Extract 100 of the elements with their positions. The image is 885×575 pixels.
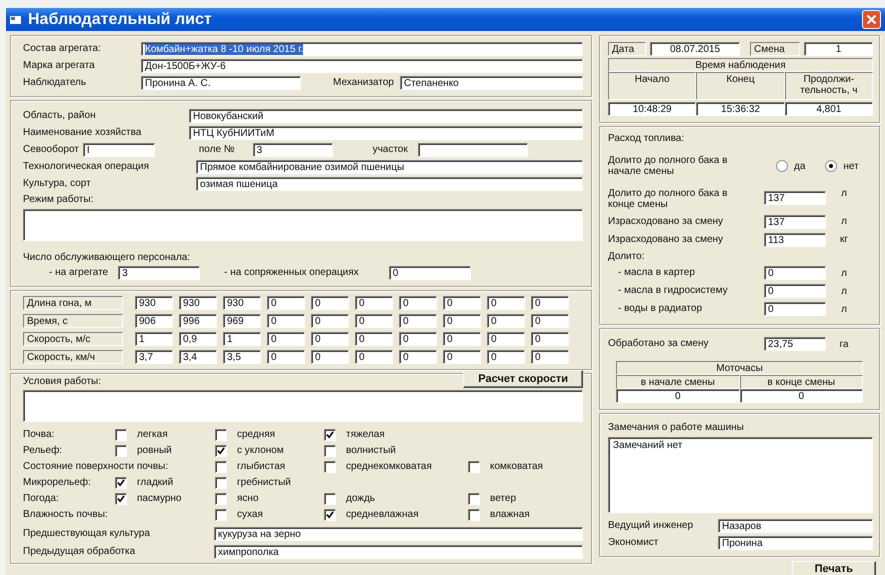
input-field[interactable]: 0 [487,296,525,310]
input-field[interactable]: 4,801 [784,102,873,116]
input-field[interactable]: 23,75 [764,337,826,351]
input-field[interactable]: 0 [399,332,437,346]
input-field[interactable]: 0 [764,266,826,280]
checkbox[interactable] [324,460,336,472]
input-field[interactable]: 0 [267,296,305,310]
input-field[interactable]: 3,7 [135,350,173,364]
input-field[interactable]: 0 [355,350,393,364]
input-field[interactable]: 0 [443,332,481,346]
input-field[interactable]: 3 [252,143,333,157]
checkbox[interactable] [468,508,480,520]
checkbox[interactable] [324,428,336,440]
input-field[interactable]: 137 [764,214,826,228]
input-field[interactable]: 0 [355,332,393,346]
input-field[interactable]: 906 [135,314,173,328]
column-header: Продолжи-тельность, ч [784,72,873,100]
input-field[interactable]: 0 [355,314,393,328]
input-field[interactable]: 0 [267,332,305,346]
print-button[interactable]: Печать [792,560,876,575]
input-field[interactable] [418,143,528,157]
close-button[interactable] [862,10,881,29]
input-field[interactable]: 113 [764,232,826,246]
checkbox[interactable] [324,508,336,520]
input-field[interactable]: 3,4 [179,350,217,364]
input-field[interactable]: 0 [399,296,437,310]
input-field[interactable]: 0 [355,296,393,310]
input-field[interactable]: 0 [399,350,437,364]
input-field[interactable]: 0 [267,350,305,364]
checkbox[interactable] [215,444,227,456]
input-field[interactable]: 0 [764,284,826,298]
input-field[interactable]: 0 [531,314,569,328]
input-field[interactable]: 0 [740,389,863,403]
input-field[interactable]: Новокубанский [189,109,583,123]
input-field[interactable]: 930 [223,296,261,310]
input-field[interactable]: 0 [311,314,349,328]
input-field[interactable]: 0 [764,302,826,316]
input-field[interactable]: 0 [399,314,437,328]
input-field[interactable]: 0 [531,296,569,310]
input-field[interactable]: Пронина [718,536,873,550]
input-field[interactable]: 137 [764,190,826,204]
radio-button[interactable] [825,160,838,172]
checkbox[interactable] [215,492,227,504]
input-field[interactable]: кукуруза на зерно [214,526,583,540]
input-field[interactable]: 0 [443,296,481,310]
input-field[interactable]: 969 [223,314,261,328]
checkbox[interactable] [115,492,127,504]
checkbox[interactable] [324,444,336,456]
checkbox[interactable] [468,492,480,504]
input-field[interactable]: 1 [804,42,873,56]
input-field[interactable]: 0 [616,389,740,403]
input-field[interactable]: 3,5 [223,350,261,364]
input-field[interactable]: Дон-1500Б+ЖУ-6 [141,59,583,73]
text-area[interactable]: Замечаний нет [608,436,873,512]
checkbox[interactable] [324,492,336,504]
checkbox[interactable] [215,428,227,440]
input-field[interactable]: Степаненко [400,76,583,90]
input-field[interactable]: НТЦ КубНИИТиМ [189,126,583,140]
checkbox[interactable] [115,476,127,488]
input-field[interactable]: 10:48:29 [608,102,696,116]
input-field[interactable]: I [82,143,155,157]
input-field[interactable]: 0 [487,314,525,328]
input-field[interactable]: 3 [118,266,200,280]
input-field[interactable]: Прямое комбайнирование озимой пшеницы [196,160,583,174]
checkbox[interactable] [215,508,227,520]
input-field[interactable]: 1 [223,332,261,346]
input-field[interactable]: 0 [311,332,349,346]
input-field[interactable]: Комбайн+жатка 8 -10 июля 2015 г. [141,42,583,56]
radio-label: да [794,160,806,172]
input-field[interactable]: 0 [531,332,569,346]
input-field[interactable]: 0 [531,350,569,364]
checkbox[interactable] [468,460,480,472]
input-field[interactable]: 930 [179,296,217,310]
input-field[interactable]: 08.07.2015 [650,42,740,56]
input-field[interactable]: 1 [135,332,173,346]
input-field[interactable]: химпрополка [214,544,583,558]
input-field[interactable]: Назаров [718,518,873,532]
text-area[interactable] [23,390,583,422]
input-field[interactable]: 0 [267,314,305,328]
checkbox[interactable] [215,460,227,472]
input-field[interactable]: 0 [388,266,471,280]
checkbox[interactable] [115,428,127,440]
input-field[interactable]: 0 [443,350,481,364]
input-field[interactable]: 0 [487,350,525,364]
input-field[interactable]: Пронина А. С. [141,76,301,90]
text-area[interactable] [23,208,583,240]
input-field[interactable]: 0 [443,314,481,328]
input-field[interactable]: 930 [135,296,173,310]
input-field[interactable]: озимая пшеница [196,177,583,191]
input-field[interactable]: 0,9 [179,332,217,346]
input-field[interactable]: 15:36:32 [696,102,785,116]
input-field[interactable]: 0 [487,332,525,346]
radio-button[interactable] [776,160,788,172]
input-field[interactable]: 0 [311,296,349,310]
field-label: поле № [198,144,235,156]
checkbox[interactable] [115,444,127,456]
input-field[interactable]: 996 [179,314,217,328]
calculate-speed-button[interactable]: Расчет скорости [463,370,583,388]
input-field[interactable]: 0 [311,350,349,364]
checkbox[interactable] [215,476,227,488]
